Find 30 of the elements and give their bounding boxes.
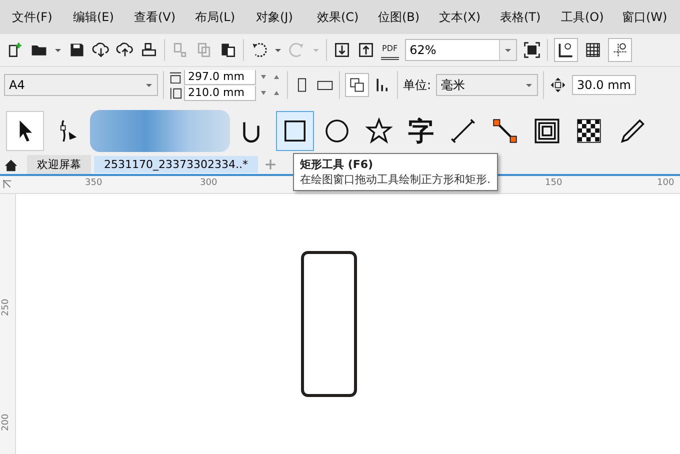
menu-item[interactable]: 表格(T) [492, 8, 553, 26]
document-tab[interactable]: 2531170_23373302334..* [94, 156, 258, 173]
width-field[interactable]: 297.0 mm [184, 70, 256, 84]
ruler-label: 250 [0, 298, 11, 316]
unit-dropdown[interactable]: 毫米 [436, 74, 538, 96]
tooltip-description: 在绘图窗口拖动工具绘制正方形和矩形. [300, 172, 490, 187]
menu-item[interactable]: 位图(B) [370, 8, 431, 26]
text-tool[interactable]: 字 [402, 111, 440, 151]
menu-item[interactable]: 编辑(E) [65, 8, 126, 26]
ruler-label: 350 [85, 178, 102, 188]
ruler-label: 150 [545, 178, 562, 188]
ruler-label: 100 [657, 178, 674, 188]
menu-item[interactable]: 效果(C) [309, 8, 370, 26]
menu-item[interactable]: 窗口(W) [614, 8, 675, 26]
menu-item[interactable]: 布局(L) [187, 8, 248, 26]
menu-item[interactable]: 工具(O) [553, 8, 614, 26]
height-field[interactable]: 210.0 mm [184, 86, 256, 100]
zoom-dropdown[interactable]: 62% [404, 39, 517, 61]
page-size-dropdown[interactable]: A4 [4, 74, 158, 96]
pdf-export-button[interactable]: PDF [381, 40, 399, 60]
menu-item[interactable]: 对象(J) [248, 8, 309, 26]
ruler-label: 200 [0, 414, 11, 431]
menu-item[interactable]: 查看(V) [126, 8, 187, 26]
ruler-label: 300 [200, 178, 218, 188]
menu-item[interactable]: 文件(F) [4, 8, 65, 26]
unit-label: 单位: [403, 76, 432, 94]
menu-item[interactable]: 文本(X) [431, 8, 492, 26]
document-tab[interactable]: 欢迎屏幕 [27, 155, 91, 174]
nudge-distance-field[interactable]: 30.0 mm [572, 75, 636, 95]
tooltip-title: 矩形工具 (F6) [300, 157, 374, 172]
